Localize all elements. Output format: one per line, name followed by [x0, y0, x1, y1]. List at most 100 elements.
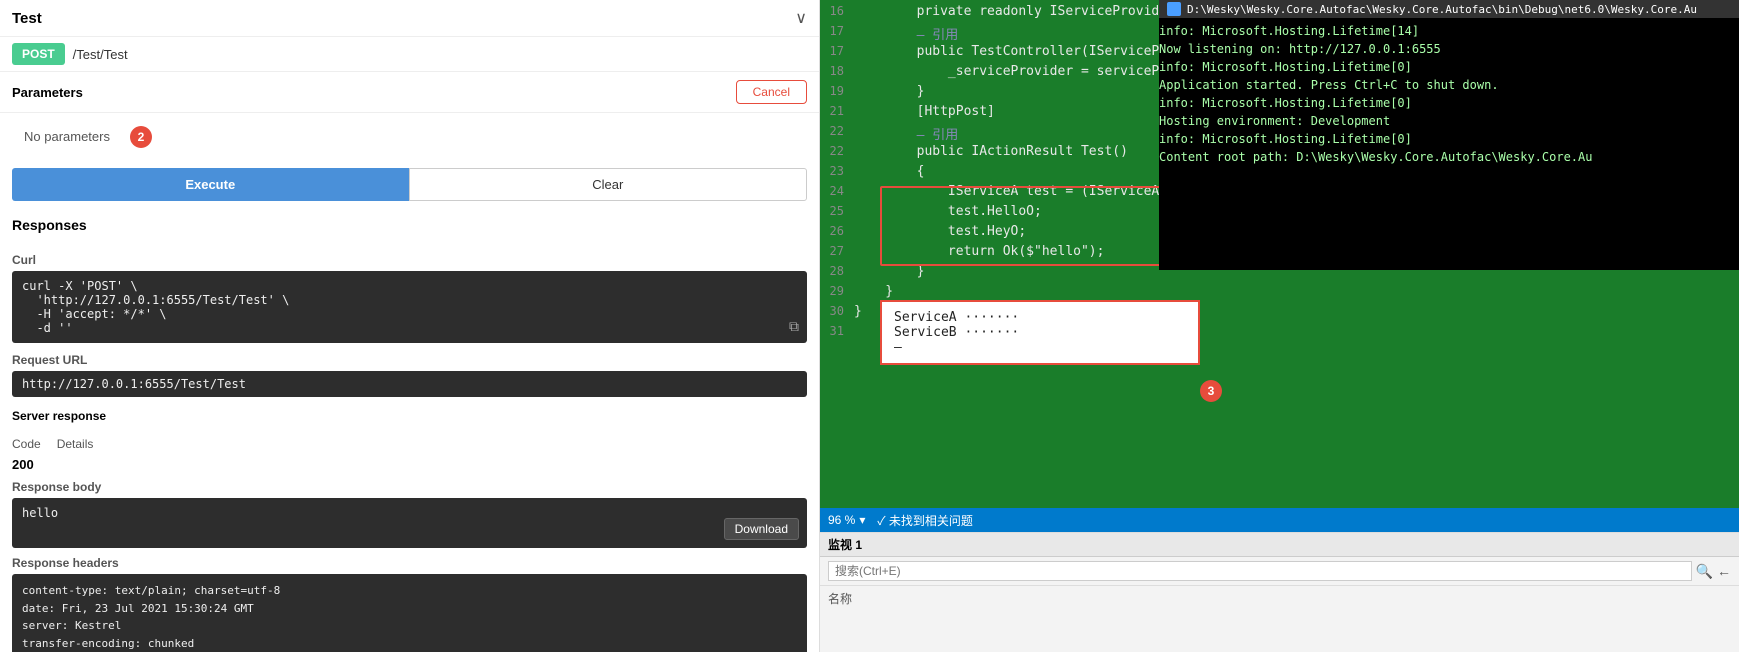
left-panel: Test ∨ POST /Test/Test Parameters Cancel… [0, 0, 820, 652]
chevron-icon[interactable]: ∨ [795, 8, 807, 28]
monitor-panel: 监视 1 🔍 ← 名称 [820, 532, 1739, 652]
clear-button[interactable]: Clear [409, 168, 808, 201]
monitor-search-bar: 🔍 ← [820, 557, 1739, 586]
response-body-value: hello [22, 506, 58, 520]
header-item: date: Fri, 23 Jul 2021 15:30:24 GMT [22, 600, 797, 618]
line-number: 16 [824, 4, 854, 18]
response-body-section: Response body hello Download [0, 476, 819, 552]
request-url-section: Request URL http://127.0.0.1:6555/Test/T… [0, 347, 819, 403]
cancel-button[interactable]: Cancel [736, 80, 807, 104]
terminal-path: D:\Wesky\Wesky.Core.Autofac\Wesky.Core.A… [1187, 3, 1697, 16]
line-code: — 引用 [854, 124, 958, 143]
curl-label: Curl [12, 253, 807, 267]
line-number: 28 [824, 264, 854, 278]
responses-title: Responses [12, 217, 807, 233]
header-item: transfer-encoding: chunked [22, 635, 797, 652]
download-button[interactable]: Download [724, 518, 799, 540]
code-details-row: Code Details [0, 433, 819, 455]
output-line: ServiceA ······· [894, 310, 1186, 325]
line-number: 31 [824, 324, 854, 338]
terminal-line: info: Microsoft.Hosting.Lifetime[0] [1159, 130, 1739, 148]
response-body-box: hello Download [12, 498, 807, 548]
line-code: } [854, 304, 862, 319]
terminal-line: info: Microsoft.Hosting.Lifetime[14] [1159, 22, 1739, 40]
monitor-title: 监视 1 [820, 533, 1739, 557]
terminal-icon [1167, 2, 1181, 16]
output-line: ServiceB ······· [894, 325, 1186, 340]
terminal-window: D:\Wesky\Wesky.Core.Autofac\Wesky.Core.A… [1159, 0, 1739, 270]
terminal-title-bar: D:\Wesky\Wesky.Core.Autofac\Wesky.Core.A… [1159, 0, 1739, 18]
status-zoom: 96 % ▾ [828, 513, 865, 527]
terminal-line: Now listening on: http://127.0.0.1:6555 [1159, 40, 1739, 58]
monitor-search-input[interactable] [828, 561, 1692, 581]
code-and-terminal: 16 private readonly IServiceProvider _se… [820, 0, 1739, 508]
line-code: test.HelloO; [854, 204, 1042, 219]
parameters-header: Parameters Cancel [0, 72, 819, 113]
header-item: server: Kestrel [22, 617, 797, 635]
curl-box: curl -X 'POST' \ 'http://127.0.0.1:6555/… [12, 271, 807, 343]
monitor-back-button[interactable]: ← [1717, 563, 1731, 579]
endpoint-row: POST /Test/Test [0, 37, 819, 72]
right-panel: 16 private readonly IServiceProvider _se… [820, 0, 1739, 652]
zoom-dropdown-icon[interactable]: ▾ [859, 513, 865, 527]
request-url-label: Request URL [12, 353, 807, 367]
line-number: 21 [824, 104, 854, 118]
monitor-search-button[interactable]: 🔍 [1696, 563, 1713, 580]
terminal-line: info: Microsoft.Hosting.Lifetime[0] [1159, 58, 1739, 76]
copy-icon[interactable]: ⧉ [789, 319, 799, 335]
line-code: [HttpPost] [854, 104, 995, 119]
line-number: 26 [824, 224, 854, 238]
api-title: Test [12, 10, 42, 27]
check-text: ✓ 未找到相关问题 [877, 512, 973, 529]
response-body-label: Response body [12, 480, 807, 494]
terminal-line: Content root path: D:\Wesky\Wesky.Core.A… [1159, 148, 1739, 166]
code-editor-bg: 16 private readonly IServiceProvider _se… [820, 0, 1739, 508]
line-code: } [854, 284, 893, 299]
no-params-text: No parameters [12, 119, 122, 154]
badge-3-label: 3 [1208, 384, 1215, 398]
line-number: 30 [824, 304, 854, 318]
output-line: — [894, 340, 1186, 355]
headers-box: content-type: text/plain; charset=utf-8d… [12, 574, 807, 652]
line-number: 18 [824, 64, 854, 78]
output-box: ServiceA ·······ServiceB ·······— [880, 300, 1200, 365]
line-number: 27 [824, 244, 854, 258]
terminal-line: Hosting environment: Development [1159, 112, 1739, 130]
line-number: 22 [824, 144, 854, 158]
badge-3: 3 [1200, 380, 1222, 402]
line-code: { [854, 164, 924, 179]
line-number: 17 [824, 24, 854, 38]
line-code: } [854, 84, 924, 99]
api-title-bar: Test ∨ [0, 0, 819, 37]
line-number: 29 [824, 284, 854, 298]
terminal-output: info: Microsoft.Hosting.Lifetime[14] Now… [1159, 22, 1739, 166]
line-number: 17 [824, 44, 854, 58]
server-response-section: Server response [0, 403, 819, 433]
line-number: 25 [824, 204, 854, 218]
code-value-row: 200 [0, 455, 819, 476]
details-label: Details [57, 437, 94, 451]
line-number: 22 [824, 124, 854, 138]
line-code: — 引用 [854, 24, 958, 43]
status-check: ✓ 未找到相关问题 [877, 512, 973, 529]
header-item: content-type: text/plain; charset=utf-8 [22, 582, 797, 600]
responses-section: Responses [0, 209, 819, 249]
parameters-label: Parameters [12, 85, 83, 100]
zoom-value: 96 % [828, 513, 855, 527]
line-code: public IActionResult Test() [854, 144, 1128, 159]
code-label: Code [12, 437, 41, 451]
curl-code: curl -X 'POST' \ 'http://127.0.0.1:6555/… [22, 279, 289, 335]
line-code: test.HeyO; [854, 224, 1026, 239]
line-number: 19 [824, 84, 854, 98]
curl-section: Curl curl -X 'POST' \ 'http://127.0.0.1:… [0, 249, 819, 347]
line-code: } [854, 264, 924, 279]
action-row: Execute Clear [0, 160, 819, 209]
server-response-label: Server response [12, 409, 807, 423]
execute-button[interactable]: Execute [12, 168, 409, 201]
request-url-box: http://127.0.0.1:6555/Test/Test [12, 371, 807, 397]
terminal-line: Application started. Press Ctrl+C to shu… [1159, 76, 1739, 94]
line-number: 24 [824, 184, 854, 198]
status-bar: 96 % ▾ ✓ 未找到相关问题 [820, 508, 1739, 532]
line-code: return Ok($"hello"); [854, 244, 1104, 259]
monitor-name-label: 名称 [820, 586, 1739, 611]
